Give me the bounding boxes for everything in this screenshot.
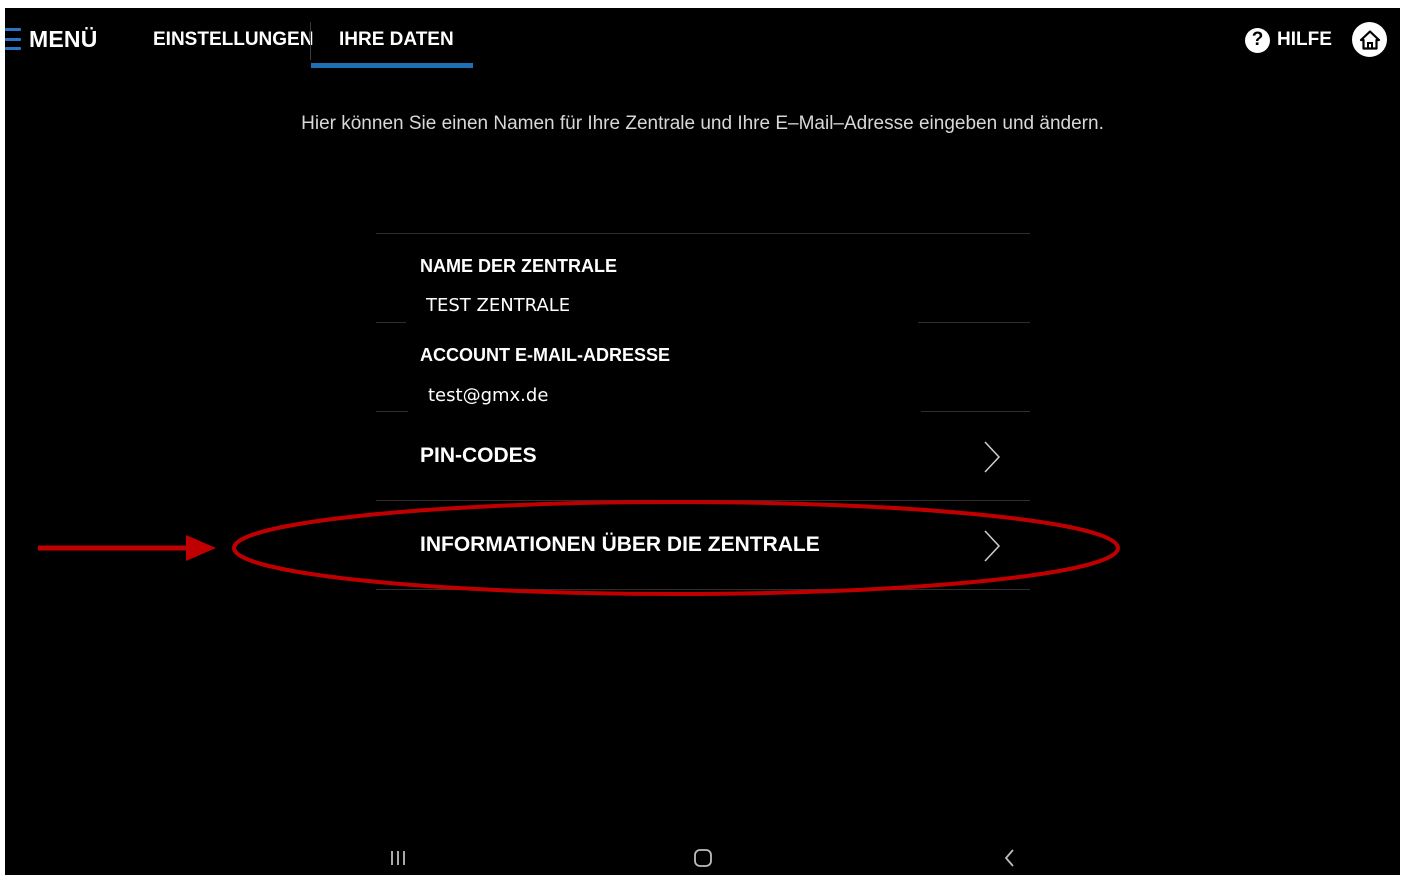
menu-button[interactable]: MENÜ xyxy=(5,22,98,56)
chevron-right-icon xyxy=(984,530,1001,562)
chevron-right-icon xyxy=(984,441,1001,473)
help-button[interactable]: ? HILFE xyxy=(1245,26,1332,54)
home-nav-button[interactable] xyxy=(688,844,718,872)
help-label: HILFE xyxy=(1277,29,1332,50)
divider xyxy=(376,589,1030,590)
name-label: NAME DER ZENTRALE xyxy=(420,256,617,276)
tab-label: EINSTELLUNGEN xyxy=(153,29,314,50)
tab-ihre-daten[interactable]: IHRE DATEN xyxy=(339,22,454,58)
system-info-label: INFORMATIONEN ÜBER DIE ZENTRALE xyxy=(420,533,820,556)
app-screen: MENÜ EINSTELLUNGEN IHRE DATEN ? HILFE Hi… xyxy=(5,8,1400,875)
recent-apps-icon xyxy=(391,851,405,865)
home-icon xyxy=(1359,29,1380,50)
email-field[interactable] xyxy=(428,382,918,408)
home-button[interactable] xyxy=(1352,22,1387,57)
divider xyxy=(376,233,1030,234)
system-info-row[interactable]: INFORMATIONEN ÜBER DIE ZENTRALE xyxy=(376,501,1030,589)
pin-codes-label: PIN-CODES xyxy=(420,444,537,467)
pin-codes-row[interactable]: PIN-CODES xyxy=(376,412,1030,500)
back-button[interactable] xyxy=(995,844,1025,872)
question-circle-icon: ? xyxy=(1245,27,1270,53)
name-field[interactable] xyxy=(426,292,916,318)
tab-divider xyxy=(310,22,311,60)
page-description: Hier können Sie einen Namen für Ihre Zen… xyxy=(301,113,1104,134)
tab-einstellungen[interactable]: EINSTELLUNGEN xyxy=(153,22,313,58)
email-label: ACCOUNT E-MAIL-ADRESSE xyxy=(420,345,670,365)
home-nav-icon xyxy=(694,849,712,867)
divider xyxy=(918,322,1030,323)
active-tab-indicator xyxy=(311,63,473,68)
hamburger-icon xyxy=(5,28,21,50)
menu-label: MENÜ xyxy=(29,25,98,52)
divider xyxy=(376,322,406,323)
back-icon xyxy=(1004,849,1014,867)
tab-label: IHRE DATEN xyxy=(339,29,454,50)
recent-apps-button[interactable] xyxy=(383,844,413,872)
annotation-arrow xyxy=(38,535,216,561)
